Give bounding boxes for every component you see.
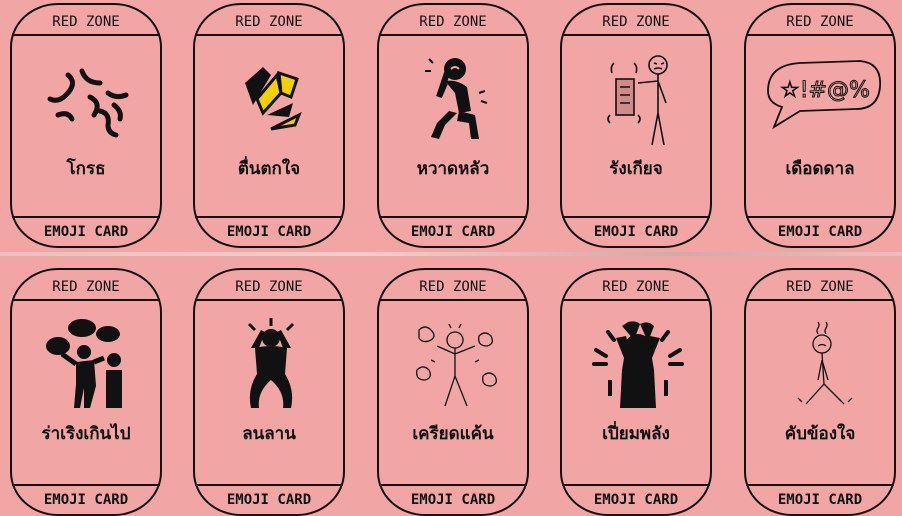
card-zone-label: RED ZONE <box>602 279 670 295</box>
panicked-person-icon <box>221 318 321 410</box>
emoji-card-angry[interactable]: RED ZONE โกรธ EMOJI CARD <box>10 3 162 248</box>
card-zone-label: RED ZONE <box>786 279 854 295</box>
card-type-label: EMOJI CARD <box>777 492 863 508</box>
emotion-label: เครียดแค้น <box>412 424 494 444</box>
scared-person-icon <box>405 53 505 145</box>
card-divider <box>562 299 710 301</box>
card-type-label: EMOJI CARD <box>410 492 496 508</box>
card-type-label: EMOJI CARD <box>593 224 679 240</box>
card-type-label: EMOJI CARD <box>43 492 129 508</box>
emoji-card-startled[interactable]: RED ZONE ตื่นตกใจ EMOJI CARD <box>193 3 345 248</box>
card-type-label: EMOJI CARD <box>43 224 129 240</box>
card-divider <box>379 484 527 486</box>
fuming-person-icon <box>405 318 505 410</box>
shattered-shapes-icon <box>221 53 321 145</box>
curse-speech-bubble-icon: ☆!#@% <box>760 53 884 145</box>
card-divider <box>12 34 160 36</box>
angry-symbol-icon <box>38 53 138 145</box>
card-divider <box>746 216 894 218</box>
card-divider <box>195 299 343 301</box>
card-divider <box>195 484 343 486</box>
card-type-label: EMOJI CARD <box>777 224 863 240</box>
card-divider <box>379 299 527 301</box>
emoji-card-furious[interactable]: RED ZONE ☆!#@% เดือดดาล EMOJI CARD <box>744 3 896 248</box>
svg-text:☆!#@%: ☆!#@% <box>780 78 870 103</box>
emotion-label: หวาดหลัว <box>416 159 490 179</box>
card-zone-label: RED ZONE <box>419 14 487 30</box>
card-divider <box>562 34 710 36</box>
card-type-label: EMOJI CARD <box>226 224 312 240</box>
emoji-card-scared[interactable]: RED ZONE หวาดหลัว EMOJI CARD <box>377 3 529 248</box>
frustrated-person-icon <box>772 318 872 410</box>
card-type-label: EMOJI CARD <box>226 492 312 508</box>
card-divider <box>746 484 894 486</box>
emotion-label: คับข้องใจ <box>784 424 856 444</box>
card-zone-label: RED ZONE <box>235 279 303 295</box>
energetic-person-icon <box>588 318 688 410</box>
emotion-label: โกรธ <box>66 159 106 179</box>
emoji-card-disgusted[interactable]: RED ZONE รังเกียจ EMOJI CARD <box>560 3 712 248</box>
card-divider <box>12 216 160 218</box>
card-divider <box>195 216 343 218</box>
emoji-card-resentful[interactable]: RED ZONE เครียดแค้น EMOJI CARD <box>377 268 529 516</box>
card-divider <box>562 484 710 486</box>
disgusted-person-icon <box>588 53 688 146</box>
card-zone-label: RED ZONE <box>419 279 487 295</box>
card-divider <box>379 34 527 36</box>
card-zone-label: RED ZONE <box>52 279 120 295</box>
chatty-people-icon <box>38 318 138 410</box>
card-divider <box>562 216 710 218</box>
card-zone-label: RED ZONE <box>602 14 670 30</box>
row-divider <box>0 252 902 256</box>
emoji-card-overexcited[interactable]: RED ZONE ร่าเริงเกินไป EMOJI CARD <box>10 268 162 516</box>
card-divider <box>746 34 894 36</box>
card-type-label: EMOJI CARD <box>410 224 496 240</box>
card-zone-label: RED ZONE <box>786 14 854 30</box>
card-divider <box>12 484 160 486</box>
card-type-label: EMOJI CARD <box>593 492 679 508</box>
emoji-card-panicked[interactable]: RED ZONE ลนลาน EMOJI CARD <box>193 268 345 516</box>
card-divider <box>12 299 160 301</box>
card-divider <box>379 216 527 218</box>
emotion-label: ตื่นตกใจ <box>237 159 301 179</box>
emotion-label: รังเกียจ <box>609 159 663 179</box>
emotion-label: เดือดดาล <box>785 159 855 179</box>
card-zone-label: RED ZONE <box>52 14 120 30</box>
emotion-label: เปี่ยมพลัง <box>602 424 670 444</box>
emotion-label: ลนลาน <box>242 424 296 444</box>
card-divider <box>746 299 894 301</box>
emotion-label: ร่าเริงเกินไป <box>41 424 131 444</box>
card-zone-label: RED ZONE <box>235 14 303 30</box>
emoji-card-frustrated[interactable]: RED ZONE คับข้องใจ EMOJI CARD <box>744 268 896 516</box>
emoji-card-energetic[interactable]: RED ZONE เปี่ยมพลัง EMOJI CARD <box>560 268 712 516</box>
card-divider <box>195 34 343 36</box>
